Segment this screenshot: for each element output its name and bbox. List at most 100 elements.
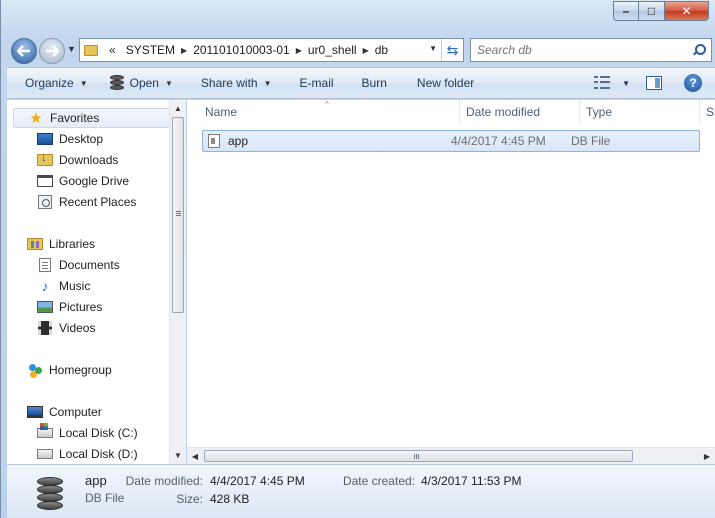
- back-arrow-icon: [17, 45, 30, 57]
- minimize-icon: –: [622, 4, 630, 18]
- details-pane: app DB File Date modified: 4/4/2017 4:45…: [7, 464, 715, 518]
- column-header-type[interactable]: Type: [580, 100, 700, 124]
- sidebar-item-label: Local Disk (D:): [59, 447, 138, 461]
- column-header-date-modified[interactable]: Date modified: [460, 100, 580, 124]
- close-button[interactable]: ✕: [665, 1, 709, 21]
- breadcrumb-db[interactable]: db: [370, 43, 393, 57]
- share-with-label: Share with: [200, 76, 258, 90]
- scroll-thumb[interactable]: [172, 117, 184, 313]
- sidebar-item-favorites[interactable]: ★ Favorites: [13, 108, 173, 128]
- scroll-down-icon[interactable]: ▼: [170, 447, 186, 463]
- sidebar-item-label: Computer: [49, 405, 102, 419]
- sidebar-item-videos[interactable]: Videos: [37, 318, 184, 338]
- scroll-left-icon[interactable]: ◀: [187, 448, 203, 464]
- sidebar-item-label: Libraries: [49, 237, 96, 251]
- search-icon[interactable]: [691, 43, 706, 57]
- homegroup-icon: [27, 362, 43, 378]
- search-box: [470, 38, 712, 62]
- breadcrumb-device[interactable]: 201101010003-01: [188, 43, 295, 57]
- new-folder-label: New folder: [416, 76, 475, 90]
- sidebar-item-music[interactable]: ♪ Music: [37, 276, 184, 296]
- organize-label: Organize: [25, 76, 74, 90]
- help-icon[interactable]: ?: [684, 74, 702, 92]
- google-drive-icon: [37, 175, 53, 187]
- recent-pages-dropdown[interactable]: ▼: [67, 44, 76, 54]
- navigation-pane: ★ Favorites Desktop Downloads Google Driv…: [7, 100, 185, 464]
- burn-button[interactable]: Burn: [342, 70, 395, 96]
- minimize-button[interactable]: –: [613, 1, 639, 21]
- share-with-button[interactable]: Share with ▼: [181, 70, 280, 96]
- details-file-name: app: [85, 473, 107, 488]
- organize-button[interactable]: Organize ▼: [7, 70, 96, 96]
- back-button[interactable]: [11, 38, 37, 64]
- pictures-icon: [37, 301, 53, 313]
- address-bar[interactable]: « SYSTEM ▶ 201101010003-01 ▶ ur0_shell ▶…: [79, 38, 464, 62]
- email-button[interactable]: E-mail: [280, 70, 342, 96]
- breadcrumb-separator-icon[interactable]: ▶: [295, 46, 303, 55]
- sidebar-item-label: Favorites: [50, 111, 100, 125]
- sidebar-item-label: Videos: [59, 321, 96, 335]
- computer-icon: [27, 406, 43, 418]
- navigation-scrollbar[interactable]: ▲ ▼: [169, 100, 186, 464]
- sidebar-item-label: Downloads: [59, 153, 119, 167]
- star-icon: ★: [29, 110, 43, 127]
- maximize-icon: □: [647, 4, 656, 18]
- breadcrumb-overflow[interactable]: «: [104, 43, 121, 57]
- scroll-up-icon[interactable]: ▲: [170, 100, 186, 116]
- desktop-icon: [37, 133, 53, 145]
- refresh-button[interactable]: ⇆: [441, 39, 463, 61]
- sidebar-item-local-disk-d[interactable]: Local Disk (D:): [37, 444, 184, 464]
- breadcrumb-separator-icon[interactable]: ▶: [362, 46, 370, 55]
- database-file-icon: [35, 475, 65, 511]
- sidebar-item-label: Recent Places: [59, 195, 137, 209]
- details-date-modified-label: Date modified:: [125, 474, 203, 488]
- hard-drive-icon: [37, 449, 53, 459]
- horizontal-scrollbar[interactable]: ◀ ▶: [187, 447, 715, 464]
- sidebar-item-label: Music: [59, 279, 91, 293]
- column-header-size[interactable]: Si: [700, 100, 715, 124]
- sidebar-item-local-disk-c[interactable]: Local Disk (C:): [37, 423, 184, 443]
- sidebar-item-recent-places[interactable]: Recent Places: [37, 192, 184, 212]
- sidebar-item-google-drive[interactable]: Google Drive: [37, 171, 184, 191]
- breadcrumb-separator-icon[interactable]: ▶: [180, 46, 188, 55]
- sidebar-item-documents[interactable]: Documents: [37, 255, 184, 275]
- sidebar-item-label: Homegroup: [49, 363, 112, 377]
- table-row[interactable]: app 4/4/2017 4:45 PM DB File: [202, 130, 700, 152]
- search-input[interactable]: [477, 43, 691, 57]
- sidebar-item-libraries[interactable]: Libraries: [27, 234, 184, 254]
- details-date-modified-value: 4/4/2017 4:45 PM: [210, 474, 305, 488]
- scroll-thumb[interactable]: [204, 450, 633, 462]
- file-name: app: [228, 134, 249, 148]
- chevron-down-icon: ▼: [622, 78, 630, 88]
- new-folder-button[interactable]: New folder: [395, 70, 482, 96]
- breadcrumb-system[interactable]: SYSTEM: [121, 43, 180, 57]
- details-date-created-value: 4/3/2017 11:53 PM: [421, 474, 522, 488]
- forward-button[interactable]: [39, 38, 65, 64]
- file-icon: [208, 134, 220, 148]
- scroll-right-icon[interactable]: ▶: [699, 448, 715, 464]
- maximize-button[interactable]: □: [639, 1, 665, 21]
- sidebar-item-desktop[interactable]: Desktop: [37, 129, 184, 149]
- sidebar-item-computer[interactable]: Computer: [27, 402, 184, 422]
- close-icon: ✕: [681, 4, 692, 18]
- sidebar-item-downloads[interactable]: Downloads: [37, 150, 184, 170]
- command-bar: Organize ▼ Open ▼ Share with ▼ E-mail Burn …: [7, 67, 715, 99]
- file-type: DB File: [571, 134, 611, 148]
- change-view-button[interactable]: ▼: [590, 70, 634, 96]
- details-date-created-label: Date created:: [342, 474, 415, 488]
- libraries-icon: [27, 238, 43, 250]
- column-headers: ^ Name Date modified Type Si: [187, 100, 715, 124]
- address-dropdown-icon[interactable]: ▼: [429, 44, 437, 53]
- forward-arrow-icon: [46, 45, 59, 57]
- sidebar-item-pictures[interactable]: Pictures: [37, 297, 184, 317]
- recent-places-icon: [38, 195, 52, 209]
- preview-pane-icon[interactable]: [646, 76, 662, 90]
- open-button[interactable]: Open ▼: [96, 70, 181, 96]
- details-view-icon: [594, 76, 611, 90]
- sidebar-item-label: Google Drive: [59, 174, 130, 188]
- sidebar-item-label: Local Disk (C:): [59, 426, 138, 440]
- sidebar-item-homegroup[interactable]: Homegroup: [27, 360, 184, 380]
- breadcrumb-ur0-shell[interactable]: ur0_shell: [303, 43, 362, 57]
- column-header-name[interactable]: Name: [187, 100, 460, 124]
- email-label: E-mail: [299, 76, 334, 90]
